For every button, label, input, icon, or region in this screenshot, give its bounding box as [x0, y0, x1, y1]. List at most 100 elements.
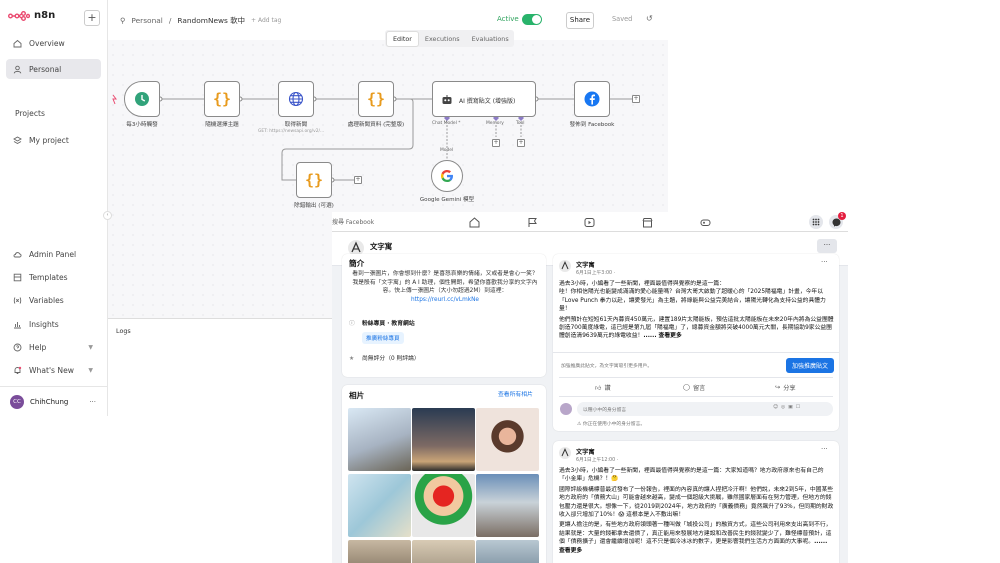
page-name[interactable]: 文字寓 — [370, 241, 392, 252]
video-icon[interactable] — [582, 215, 596, 229]
user-menu[interactable]: CC ChihChung ··· — [0, 386, 108, 416]
sidebar-item-label: Help — [29, 342, 47, 352]
post-body: 過去3小時，小編看了一些新聞，裡面最值得與覺察的是這一篇： 哇！你相信陽光也能變… — [559, 280, 834, 341]
post-paragraph: 過去3小時，小編看了一些新聞，裡面最值得與覺察的是這一篇：大家知道嗎？地方政府原… — [559, 468, 824, 483]
photo-thumbnail[interactable] — [348, 408, 411, 471]
chart-icon — [13, 320, 22, 329]
home-icon[interactable] — [467, 215, 481, 229]
n8n-logo-icon — [8, 10, 30, 21]
sidebar-item-my-project[interactable]: My project — [6, 130, 101, 150]
sidebar-item-personal[interactable]: Personal — [6, 59, 101, 79]
post-body: 過去3小時，小編看了一些新聞，裡面最值得與覺察的是這一篇：大家知道嗎？地方政府原… — [559, 467, 834, 555]
like-button[interactable]: 👍︎ 讚 — [595, 383, 611, 393]
photo-thumbnail[interactable] — [476, 408, 539, 471]
port-model: Model — [440, 148, 454, 153]
photo-thumbnail[interactable] — [476, 540, 539, 563]
sidebar-item-help[interactable]: Help ▼ — [6, 337, 101, 357]
comment-input[interactable]: 以種小中的身分留言 ☺◎▣☐ — [577, 402, 833, 416]
intro-title: 簡介 — [349, 259, 365, 268]
comment-tools-icons[interactable]: ☺◎▣☐ — [773, 405, 803, 410]
node-code-random-topic[interactable]: {} — [204, 81, 240, 117]
post-paragraph: 過去3小時，小編看了一些新聞，裡面最值得與覺察的是這一篇： — [559, 281, 726, 287]
node-facebook-post[interactable] — [574, 81, 610, 117]
add-memory-button[interactable]: + — [492, 139, 500, 147]
photo-thumbnail[interactable] — [348, 540, 411, 563]
boost-post-button[interactable]: 加強推廣貼文 — [786, 358, 835, 373]
logs-panel[interactable]: Logs — [108, 318, 332, 416]
post-author[interactable]: 文字寓 — [576, 447, 595, 456]
marketplace-icon[interactable] — [640, 215, 654, 229]
comment-placeholder: 以種小中的身分留言 — [583, 408, 627, 413]
see-all-photos-link[interactable]: 查看所有相片 — [498, 391, 533, 400]
photo-thumbnail[interactable] — [412, 408, 475, 471]
code-icon: {} — [212, 90, 232, 108]
comment-button[interactable]: ◯ 留言 — [683, 383, 705, 392]
add-button[interactable]: + — [84, 10, 100, 26]
node-label: AI 撰寫貼文 (增強版) — [459, 98, 516, 105]
sidebar-item-label: Admin Panel — [29, 249, 77, 259]
photo-thumbnail[interactable] — [412, 540, 475, 563]
box-icon — [13, 273, 22, 282]
logs-label: Logs — [116, 327, 131, 335]
breadcrumb: ⚲ Personal / RandomNews 軟中 + Add tag — [120, 15, 282, 26]
sidebar-item-templates[interactable]: Templates — [6, 267, 101, 287]
facebook-search[interactable]: 搜尋 Facebook — [332, 217, 374, 226]
sidebar-item-admin-panel[interactable]: Admin Panel — [6, 244, 101, 264]
node-http-request[interactable] — [278, 81, 314, 117]
post-paragraph: 他們預計在短短61天內募資450萬元，建置189片太陽能板，預估這批太陽能板在未… — [559, 316, 834, 340]
breadcrumb-project[interactable]: Personal — [131, 16, 162, 25]
post-card: 文字寓 6月1日上午12:00 · ··· 過去3小時，小編看了一些新聞，裡面最… — [553, 441, 839, 563]
share-label: 分享 — [783, 385, 796, 392]
node-subtitle: GET: https://newsapi.org/v2/... — [258, 129, 325, 134]
post-time[interactable]: 6月1日上午3:00 · — [576, 269, 615, 276]
intro-link[interactable]: https://reurl.cc/vLmkNe — [411, 297, 479, 303]
n8n-logo[interactable]: n8n — [8, 10, 55, 21]
collapse-sidebar-button[interactable]: ‹ — [103, 211, 112, 220]
node-ai-agent[interactable]: AI 撰寫貼文 (增強版) — [432, 81, 536, 117]
node-label: 發佈到 Facebook — [569, 122, 615, 128]
post-options-icon[interactable]: ··· — [821, 258, 828, 266]
view-tabs: Editor Executions Evaluations — [385, 30, 514, 47]
active-toggle[interactable] — [522, 14, 542, 25]
photo-thumbnail[interactable] — [412, 474, 475, 537]
photo-thumbnail[interactable] — [476, 474, 539, 537]
sidebar-item-overview[interactable]: Overview — [6, 33, 101, 53]
chevron-down-icon: ▼ — [88, 343, 93, 351]
flag-icon[interactable] — [525, 215, 539, 229]
share-button[interactable]: ↪ 分享 — [775, 383, 796, 392]
sidebar-item-variables[interactable]: Variables — [6, 290, 101, 310]
node-label: 除錯輸出 (可選) — [294, 203, 334, 209]
node-schedule-trigger[interactable] — [124, 81, 160, 117]
add-tool-button[interactable]: + — [517, 139, 525, 147]
add-node-button[interactable]: + — [354, 176, 362, 184]
node-label: 每3小時觸發 — [126, 122, 158, 128]
globe-icon — [288, 91, 304, 107]
see-more-link[interactable]: ...... 查看更多 — [643, 333, 681, 339]
apps-menu-icon[interactable] — [809, 215, 823, 229]
node-google-gemini[interactable] — [431, 160, 463, 192]
port-memory: Memory — [486, 121, 504, 126]
info-icon: ⓘ — [349, 321, 355, 327]
node-code-process-news[interactable]: {} — [358, 81, 394, 117]
sidebar-item-whats-new[interactable]: What's New ▼ — [6, 360, 101, 380]
tab-executions[interactable]: Executions — [419, 32, 466, 46]
share-button[interactable]: Share — [566, 12, 594, 29]
identity-warning: ⚠ 你正在使用小中的身分留言。 — [577, 422, 646, 427]
post-time[interactable]: 6月1日上午12:00 · — [576, 456, 618, 463]
workflow-name[interactable]: RandomNews 軟中 — [177, 15, 245, 26]
active-label: Active — [497, 15, 519, 23]
add-node-button[interactable]: + — [632, 95, 640, 103]
tab-editor[interactable]: Editor — [386, 30, 419, 47]
sidebar-item-insights[interactable]: Insights — [6, 314, 101, 334]
post-options-icon[interactable]: ··· — [821, 445, 828, 453]
post-author[interactable]: 文字寓 — [576, 260, 595, 269]
photo-thumbnail[interactable] — [348, 474, 411, 537]
history-icon[interactable]: ↺ — [646, 14, 653, 23]
more-icon[interactable]: ··· — [89, 398, 96, 406]
node-code-debug-output[interactable]: {} — [296, 162, 332, 198]
more-options-button[interactable]: ··· — [817, 239, 837, 253]
add-tag-button[interactable]: + Add tag — [251, 17, 281, 24]
tab-evaluations[interactable]: Evaluations — [466, 32, 515, 46]
gaming-icon[interactable] — [698, 215, 712, 229]
promote-page-button[interactable]: 推廣粉絲專頁 — [362, 332, 404, 344]
